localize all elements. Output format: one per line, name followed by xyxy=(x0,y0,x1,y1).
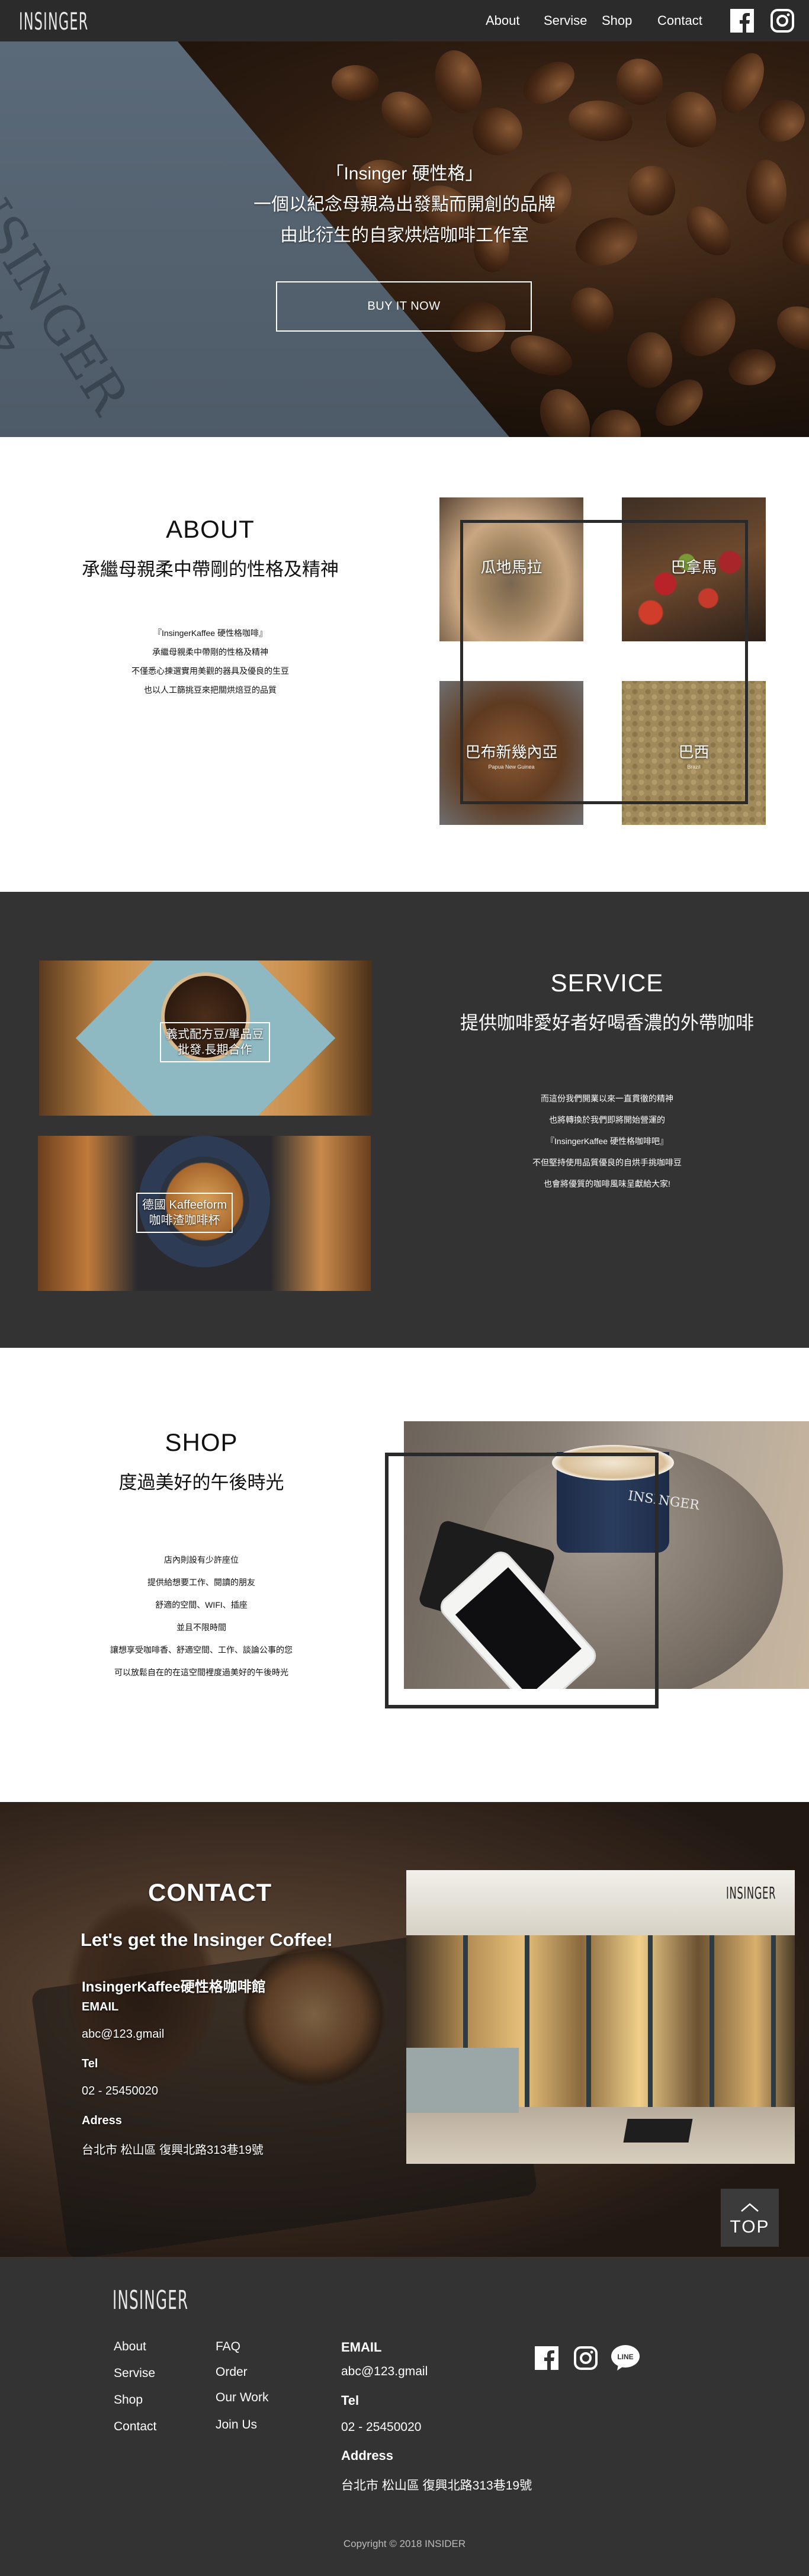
contact-email-label: EMAIL xyxy=(82,2000,119,2013)
footer-email-label: EMAIL xyxy=(341,2340,382,2355)
shop-section-text: SHOP 度過美好的午後時光 店內則設有少許座位 提供給想要工作、閱讀的朋友 舒… xyxy=(53,1428,349,1684)
nav-shop[interactable]: Shop xyxy=(602,13,632,28)
footer-link-contact[interactable]: Contact xyxy=(114,2420,156,2434)
buy-it-now-button[interactable]: BUY IT NOW xyxy=(276,281,532,332)
storefront-photo: INSINGER xyxy=(406,1870,795,2164)
storefront-counter xyxy=(406,2048,519,2113)
line-icon[interactable]: LINE xyxy=(610,2343,641,2372)
hero-line-3: 由此衍生的自家烘焙咖啡工作室 xyxy=(280,226,529,245)
footer-link-shop[interactable]: Shop xyxy=(114,2393,143,2407)
contact-shop-name: InsingerKaffee硬性格咖啡館 xyxy=(82,1979,266,1995)
contact-tel[interactable]: 02 - 25450020 xyxy=(82,2084,158,2098)
contact-tagline: Let's get the Insinger Coffee! xyxy=(81,1929,333,1950)
instagram-icon[interactable] xyxy=(573,2346,598,2371)
contact-tel-label: Tel xyxy=(82,2057,98,2070)
service-description: 而這份我們開業以來一直貫徹的精神 也將轉換於我們即將開始營運的 『Insinge… xyxy=(532,1094,682,1189)
about-description: 『InsingerKaffee 硬性格咖啡』 承繼母親柔中帶剛的性格及精神 不僅… xyxy=(131,628,289,695)
footer-link-order[interactable]: Order xyxy=(216,2365,248,2379)
footer-link-about[interactable]: About xyxy=(114,2340,146,2354)
facebook-icon[interactable] xyxy=(730,8,755,33)
contact-email[interactable]: abc@123.gmail xyxy=(82,2028,164,2041)
hero-line-1: 「Insinger 硬性格」 xyxy=(326,164,483,184)
footer-tel-label: Tel xyxy=(341,2393,359,2408)
nav-about[interactable]: About xyxy=(486,13,520,28)
footer-address-label: Address xyxy=(341,2448,394,2463)
contact-address-label: Adress xyxy=(82,2114,122,2127)
copyright-text: Copyright © 2018 INSIDER xyxy=(343,2538,466,2549)
door-mat xyxy=(623,2119,693,2143)
site-logo[interactable]: INSINGER xyxy=(19,8,88,36)
about-title: ABOUT xyxy=(166,515,255,543)
footer-link-join-us[interactable]: Join Us xyxy=(216,2418,257,2432)
contact-address: 台北市 松山區 復興北路313巷19號 xyxy=(82,2144,264,2157)
service-section-text: SERVICE 提供咖啡愛好者好喝香濃的外帶咖啡 而這份我們開業以來一直貫徹的精… xyxy=(415,969,800,1194)
wholesale-beans-card[interactable]: 義式配方豆/單品豆 批發.長期合作 xyxy=(39,961,372,1116)
footer-link-faq[interactable]: FAQ xyxy=(216,2340,240,2354)
service-title: SERVICE xyxy=(550,969,664,997)
nav-contact[interactable]: Contact xyxy=(657,13,702,28)
shop-title: SHOP xyxy=(165,1428,238,1456)
footer: INSINGER About Servise Shop Contact FAQ … xyxy=(0,2257,809,2576)
about-section-text: ABOUT 承繼母親柔中帶剛的性格及精神 『InsingerKaffee 硬性格… xyxy=(53,515,367,699)
shop-decorative-frame xyxy=(385,1453,659,1708)
footer-link-servise[interactable]: Servise xyxy=(114,2366,155,2381)
kaffeeform-caption: 德國 Kaffeeform 咖啡渣咖啡杯 xyxy=(136,1193,233,1233)
wholesale-caption: 義式配方豆/單品豆 批發.長期合作 xyxy=(160,1022,270,1062)
contact-title: CONTACT xyxy=(148,1878,272,1906)
page: INSINGER About Servise Shop Contact INSI… xyxy=(0,0,809,2576)
footer-address: 台北市 松山區 復興北路313巷19號 xyxy=(341,2479,532,2493)
footer-logo[interactable]: INSINGER xyxy=(113,2285,188,2315)
top-navbar: INSINGER About Servise Shop Contact xyxy=(0,0,809,41)
hero-headline: 「Insinger 硬性格」 一個以紀念母親為出發點而開創的品牌 由此衍生的自家… xyxy=(0,159,809,251)
storefront-floor xyxy=(406,2107,795,2164)
about-subtitle: 承繼母親柔中帶剛的性格及精神 xyxy=(82,559,339,580)
service-subtitle: 提供咖啡愛好者好喝香濃的外帶咖啡 xyxy=(460,1013,754,1033)
hero-line-2: 一個以紀念母親為出發點而開創的品牌 xyxy=(253,195,556,214)
svg-text:LINE: LINE xyxy=(617,2353,633,2361)
about-decorative-frame xyxy=(460,520,748,804)
shop-subtitle: 度過美好的午後時光 xyxy=(118,1472,284,1493)
kaffeeform-cup-card[interactable]: 德國 Kaffeeform 咖啡渣咖啡杯 xyxy=(38,1136,371,1291)
facebook-icon[interactable] xyxy=(534,2346,559,2371)
chevron-up-icon xyxy=(741,2203,759,2212)
footer-link-our-work[interactable]: Our Work xyxy=(216,2391,268,2405)
shop-description: 店內則設有少許座位 提供給想要工作、閱讀的朋友 舒適的空間、WIFI、插座 並且… xyxy=(110,1555,293,1677)
footer-email[interactable]: abc@123.gmail xyxy=(341,2365,428,2379)
footer-tel[interactable]: 02 - 25450020 xyxy=(341,2420,421,2434)
hero-banner: INSINGER 硬性格 「Insinger 硬性格」 一個以紀念母親為出發點而… xyxy=(0,41,809,437)
instagram-icon[interactable] xyxy=(770,8,795,33)
storefront-sign: INSINGER xyxy=(726,1883,776,1903)
nav-servise[interactable]: Servise xyxy=(544,13,587,28)
back-to-top-button[interactable]: TOP xyxy=(721,2189,779,2247)
